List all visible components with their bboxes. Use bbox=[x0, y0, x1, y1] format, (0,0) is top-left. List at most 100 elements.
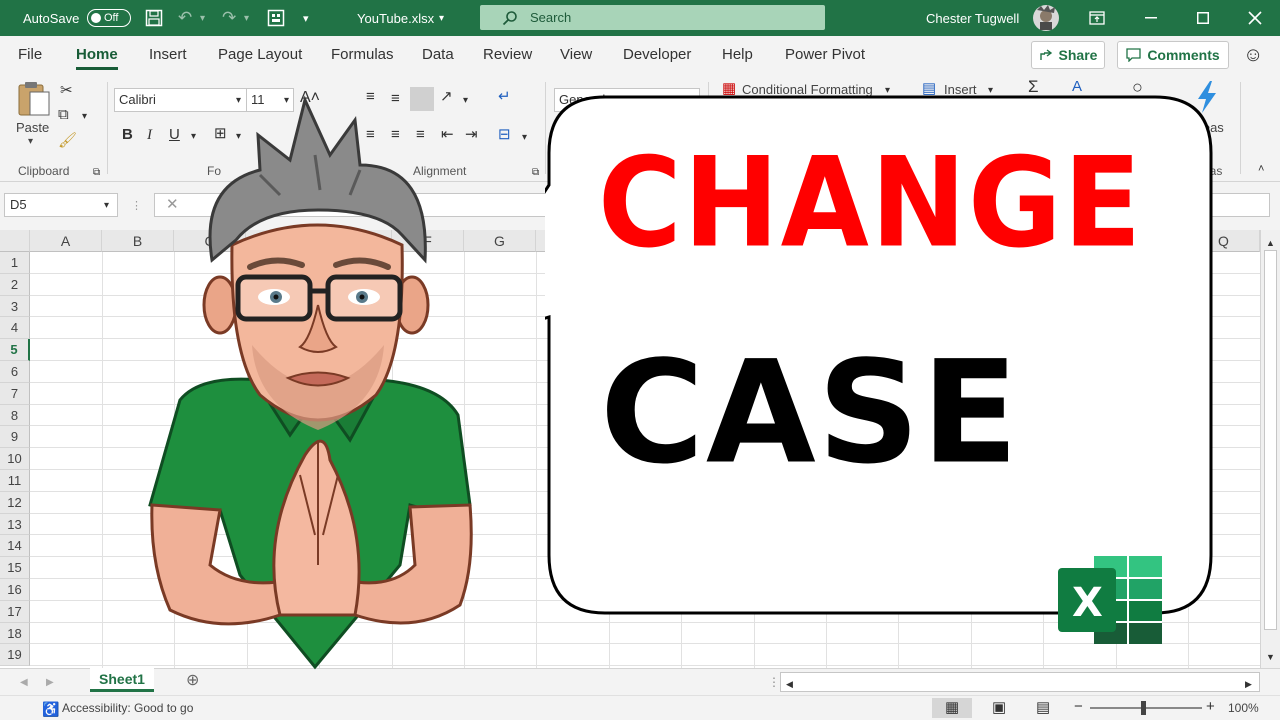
tab-file[interactable]: File bbox=[18, 36, 42, 74]
row-header[interactable]: 16 bbox=[0, 579, 30, 601]
copy-dropdown-icon[interactable]: ▾ bbox=[82, 108, 87, 126]
avatar[interactable] bbox=[1032, 0, 1060, 36]
tab-data[interactable]: Data bbox=[422, 36, 454, 74]
horizontal-scrollbar[interactable] bbox=[780, 672, 1260, 692]
name-box[interactable]: D5 bbox=[4, 193, 118, 217]
find-select-icon[interactable]: ○ bbox=[1132, 78, 1143, 96]
row-header[interactable]: 14 bbox=[0, 535, 30, 558]
row-header[interactable]: 6 bbox=[0, 361, 30, 383]
tab-home[interactable]: Home bbox=[76, 36, 118, 74]
tab-power-pivot[interactable]: Power Pivot bbox=[785, 36, 865, 74]
row-header[interactable]: 5 bbox=[0, 339, 30, 361]
paste-icon[interactable] bbox=[16, 80, 52, 121]
page-layout-view-icon[interactable]: ▣ bbox=[992, 699, 1006, 717]
comment-icon bbox=[1126, 48, 1141, 62]
row-header[interactable]: 2 bbox=[0, 273, 30, 296]
sheet-tabs-splitter-icon[interactable]: ⋮ bbox=[768, 673, 780, 691]
paste-label[interactable]: Paste bbox=[16, 120, 49, 135]
scroll-left-icon[interactable]: ◀ bbox=[786, 675, 793, 693]
tab-review[interactable]: Review bbox=[483, 36, 532, 74]
vertical-scrollbar[interactable]: ▲ ▼ bbox=[1260, 230, 1280, 668]
undo-icon[interactable]: ↶ bbox=[178, 0, 192, 36]
redo-dropdown-icon[interactable]: ▾ bbox=[244, 0, 249, 36]
status-bar: ♿ Accessibility: Good to go ▦ ▣ ▤ − + 10… bbox=[0, 695, 1280, 720]
share-button[interactable]: Share bbox=[1031, 41, 1105, 69]
filename-dropdown-icon[interactable]: ▾ bbox=[439, 0, 444, 36]
next-sheet-icon[interactable]: ▶ bbox=[46, 674, 54, 692]
row-header[interactable]: 9 bbox=[0, 426, 30, 449]
row-header[interactable]: 11 bbox=[0, 470, 30, 492]
row-header[interactable]: 15 bbox=[0, 557, 30, 579]
scroll-down-icon[interactable]: ▼ bbox=[1266, 648, 1275, 666]
ribbon-tabs: File Home Insert Page Layout Formulas Da… bbox=[0, 36, 1280, 74]
row-header[interactable]: 18 bbox=[0, 622, 30, 645]
share-icon bbox=[1039, 49, 1052, 60]
select-all-corner[interactable] bbox=[0, 230, 30, 252]
page-break-view-icon[interactable]: ▤ bbox=[1036, 699, 1050, 717]
row-header[interactable]: 10 bbox=[0, 448, 30, 470]
scroll-right-icon[interactable]: ▶ bbox=[1245, 675, 1252, 693]
copy-icon[interactable]: ⧉ bbox=[58, 106, 69, 124]
comments-button[interactable]: Comments bbox=[1117, 41, 1229, 69]
tab-insert[interactable]: Insert bbox=[149, 36, 187, 74]
zoom-level[interactable]: 100% bbox=[1228, 701, 1259, 715]
row-header[interactable]: 1 bbox=[0, 252, 30, 274]
accessibility-status[interactable]: Accessibility: Good to go bbox=[62, 701, 193, 715]
wrap-text-icon[interactable]: ↵ bbox=[498, 88, 511, 106]
name-box-dropdown-icon[interactable]: ▾ bbox=[104, 197, 109, 215]
close-button[interactable] bbox=[1232, 0, 1278, 36]
autosave-label: AutoSave bbox=[23, 10, 80, 26]
zoom-in-icon[interactable]: + bbox=[1206, 698, 1215, 716]
autosum-icon[interactable]: Σ bbox=[1028, 78, 1039, 96]
excel-window: AutoSave Off ↶ ▾ ↷ ▾ ▾ YouTube.xlsx ▾ Se… bbox=[0, 0, 1280, 720]
row-header[interactable]: 3 bbox=[0, 295, 30, 318]
search-placeholder: Search bbox=[530, 10, 572, 25]
accessibility-icon[interactable]: ♿ bbox=[42, 700, 59, 718]
tab-page-layout[interactable]: Page Layout bbox=[218, 36, 302, 74]
scroll-thumb[interactable] bbox=[1264, 250, 1277, 630]
zoom-slider-thumb[interactable] bbox=[1141, 701, 1146, 715]
row-header[interactable]: 17 bbox=[0, 600, 30, 623]
autosave-toggle[interactable]: Off bbox=[87, 0, 131, 36]
row-header[interactable]: 7 bbox=[0, 382, 30, 405]
clipboard-launcher-icon[interactable]: ⧉ bbox=[93, 164, 100, 182]
search-box[interactable]: Search bbox=[480, 5, 825, 30]
save-icon[interactable] bbox=[145, 0, 163, 36]
tab-developer[interactable]: Developer bbox=[623, 36, 691, 74]
format-painter-icon[interactable]: 🖌 bbox=[58, 132, 77, 150]
prev-sheet-icon[interactable]: ◀ bbox=[20, 674, 28, 692]
redo-icon[interactable]: ↷ bbox=[222, 0, 236, 36]
excel-logo-letter: X bbox=[1072, 580, 1103, 626]
maximize-button[interactable] bbox=[1180, 0, 1226, 36]
smiley-feedback-icon[interactable]: ☺ bbox=[1243, 36, 1263, 74]
row-header[interactable]: 19 bbox=[0, 644, 30, 667]
sort-filter-icon[interactable]: A bbox=[1072, 78, 1082, 96]
row-header[interactable]: 13 bbox=[0, 513, 30, 536]
zoom-slider[interactable] bbox=[1090, 707, 1202, 709]
alignment-launcher-icon[interactable]: ⧉ bbox=[532, 164, 539, 182]
minimize-button[interactable] bbox=[1128, 0, 1174, 36]
undo-dropdown-icon[interactable]: ▾ bbox=[200, 0, 205, 36]
user-name[interactable]: Chester Tugwell bbox=[926, 0, 1019, 36]
share-label: Share bbox=[1058, 47, 1098, 63]
bold-icon[interactable]: B bbox=[122, 126, 133, 144]
form-icon[interactable] bbox=[267, 0, 285, 36]
cut-icon[interactable]: ✂ bbox=[60, 82, 73, 100]
tab-help[interactable]: Help bbox=[722, 36, 753, 74]
row-header[interactable]: 8 bbox=[0, 404, 30, 427]
merge-center-icon[interactable]: ⊟ bbox=[498, 126, 511, 144]
cartoon-character-illustration bbox=[148, 95, 473, 670]
tab-formulas[interactable]: Formulas bbox=[331, 36, 394, 74]
row-header[interactable]: 12 bbox=[0, 491, 30, 514]
tab-view[interactable]: View bbox=[560, 36, 592, 74]
column-header[interactable]: A bbox=[30, 230, 102, 252]
zoom-out-icon[interactable]: − bbox=[1074, 698, 1083, 716]
merge-dropdown-icon[interactable]: ▾ bbox=[522, 129, 527, 147]
file-name[interactable]: YouTube.xlsx bbox=[357, 0, 434, 36]
title-bar: AutoSave Off ↶ ▾ ↷ ▾ ▾ YouTube.xlsx ▾ Se… bbox=[0, 0, 1280, 36]
ribbon-display-icon[interactable] bbox=[1074, 0, 1120, 36]
customize-toolbar-icon[interactable]: ▾ bbox=[303, 0, 309, 36]
collapse-ribbon-icon[interactable]: ˄ bbox=[1258, 160, 1264, 178]
row-header[interactable]: 4 bbox=[0, 317, 30, 340]
paste-dropdown-icon[interactable]: ▾ bbox=[28, 136, 33, 147]
